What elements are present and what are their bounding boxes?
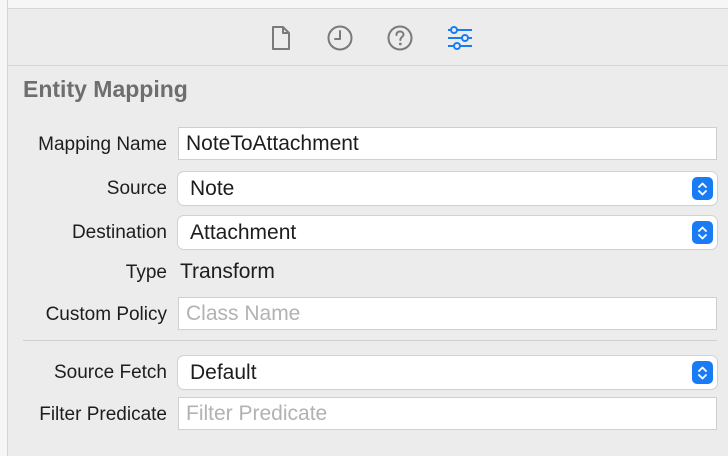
top-strip — [8, 0, 728, 9]
source-label: Source — [106, 178, 167, 199]
section-title: Entity Mapping — [23, 76, 188, 102]
source-fetch-popup[interactable]: Default — [178, 356, 717, 389]
mapping-name-field[interactable]: NoteToAttachment — [178, 127, 717, 160]
mapping-name-label: Mapping Name — [38, 134, 167, 155]
left-panel-edge — [0, 0, 8, 456]
popup-chevron-icon — [692, 177, 713, 200]
type-value: Transform — [180, 260, 275, 283]
source-fetch-label: Source Fetch — [54, 362, 167, 383]
quick-help-icon[interactable] — [385, 22, 415, 54]
destination-popup[interactable]: Attachment — [178, 216, 717, 249]
custom-policy-field[interactable]: Class Name — [178, 297, 717, 330]
popup-chevron-icon — [692, 361, 713, 384]
destination-value: Attachment — [190, 221, 297, 244]
custom-policy-label: Custom Policy — [45, 304, 167, 325]
popup-chevron-icon — [692, 221, 713, 244]
source-fetch-value: Default — [190, 361, 257, 384]
destination-label: Destination — [71, 222, 167, 243]
source-popup[interactable]: Note — [178, 172, 717, 205]
file-inspector-icon[interactable] — [266, 22, 296, 54]
history-inspector-icon[interactable] — [325, 22, 355, 54]
inspector-toolbar — [8, 10, 728, 66]
divider — [23, 340, 717, 341]
filter-predicate-field[interactable]: Filter Predicate — [178, 397, 717, 430]
type-label: Type — [125, 262, 167, 283]
attributes-inspector-icon[interactable] — [445, 22, 475, 54]
source-value: Note — [190, 177, 235, 200]
filter-predicate-label: Filter Predicate — [39, 404, 167, 425]
